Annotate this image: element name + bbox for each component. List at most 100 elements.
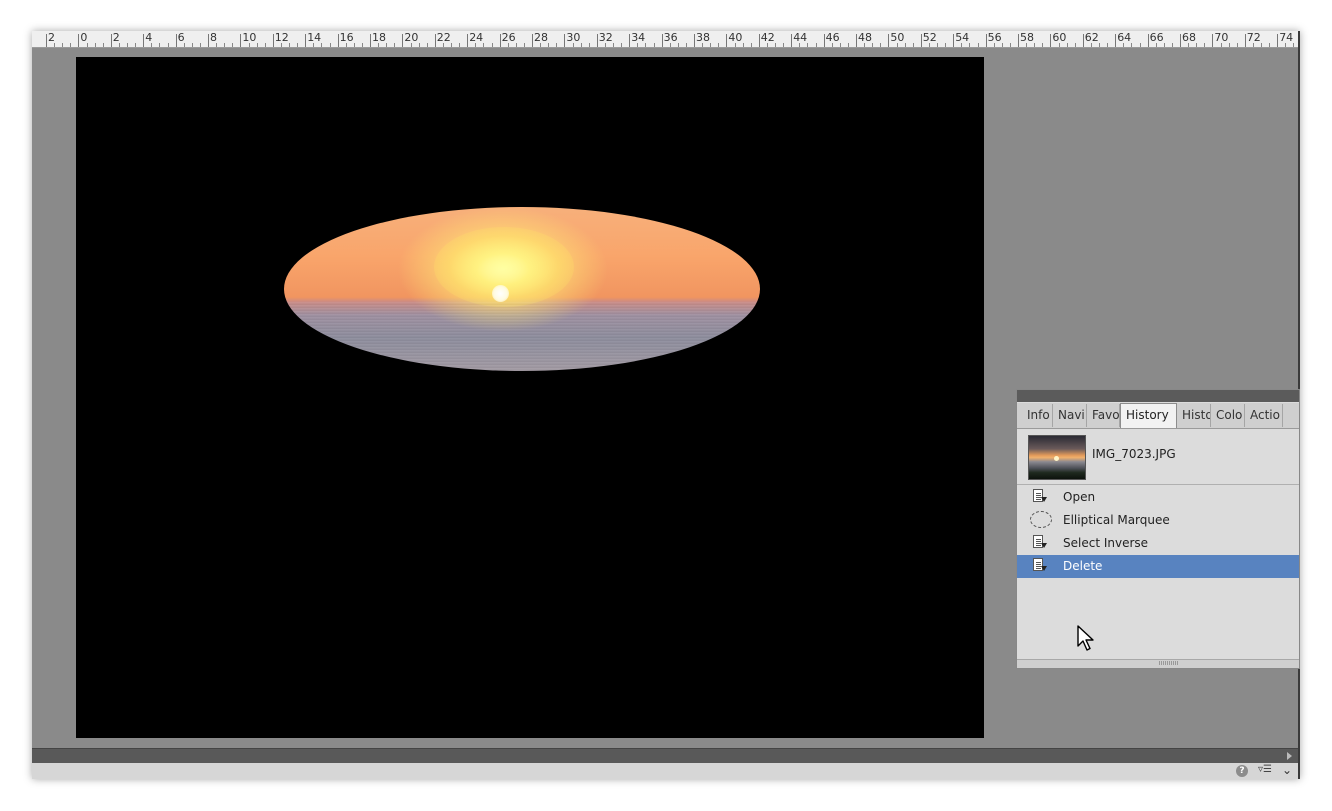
ruler-minor-tick: [864, 43, 866, 47]
ruler-minor-tick: [548, 43, 550, 47]
history-states: Open Elliptical Marquee Select Inverse D…: [1017, 486, 1299, 578]
ruler-minor-tick: [127, 43, 128, 47]
history-state-open[interactable]: Open: [1017, 486, 1299, 509]
ruler-minor-tick: [742, 43, 744, 47]
panel-tabs: Info Navi Favo History Histo Colo Actio: [1017, 403, 1299, 429]
ruler-minor-tick: [183, 43, 185, 47]
ruler-minor-tick: [637, 43, 639, 47]
tab-color[interactable]: Colo: [1211, 404, 1245, 427]
ruler-minor-tick: [896, 43, 898, 47]
ruler-minor-tick: [1155, 43, 1157, 47]
ruler-minor-tick: [491, 43, 493, 47]
ruler-minor-tick: [1228, 43, 1230, 47]
ruler-minor-tick: [70, 43, 72, 47]
ruler-minor-tick: [167, 43, 169, 47]
ruler-minor-tick: [54, 43, 56, 47]
ruler-minor-tick: [523, 43, 525, 47]
history-state-label: Select Inverse: [1063, 536, 1149, 550]
ruler-minor-tick: [1001, 43, 1003, 47]
ruler-minor-tick: [191, 43, 193, 47]
image-canvas[interactable]: [76, 57, 984, 738]
history-state-delete[interactable]: Delete: [1017, 555, 1299, 578]
ruler-minor-tick: [1196, 43, 1198, 47]
ruler-minor-tick: [880, 43, 882, 47]
tab-info[interactable]: Info: [1022, 404, 1053, 427]
ruler-minor-tick: [839, 43, 841, 47]
ruler-minor-tick: [750, 43, 752, 47]
ruler-minor-tick: [1139, 43, 1141, 47]
scroll-right-arrow-icon[interactable]: [1287, 752, 1292, 760]
chevron-down-icon[interactable]: ⌄: [1282, 763, 1292, 777]
ruler-minor-tick: [1285, 43, 1287, 47]
history-state-select-inverse[interactable]: Select Inverse: [1017, 532, 1299, 555]
ruler-minor-tick: [669, 43, 671, 47]
sea: [284, 302, 760, 371]
ruler-minor-tick: [1236, 43, 1238, 47]
ruler-minor-tick: [264, 43, 266, 47]
tab-favorites[interactable]: Favo: [1087, 404, 1120, 427]
ruler-minor-tick: [94, 43, 96, 47]
ruler-minor-tick: [1220, 43, 1222, 47]
ruler-minor-tick: [540, 43, 542, 47]
ruler-minor-tick: [710, 43, 712, 47]
ruler-minor-tick: [86, 43, 88, 47]
ruler-minor-tick: [353, 43, 355, 47]
panel-menu-icon[interactable]: ▿☰: [1258, 764, 1272, 775]
panel-resize-bar[interactable]: [1017, 659, 1299, 668]
help-icon[interactable]: ?: [1236, 765, 1248, 777]
ruler-minor-tick: [847, 43, 849, 47]
history-state-elliptical-marquee[interactable]: Elliptical Marquee: [1017, 509, 1299, 532]
ruler-minor-tick: [1099, 43, 1100, 47]
ruler-minor-tick: [653, 43, 655, 47]
resize-grip-icon[interactable]: [1159, 661, 1179, 665]
tab-navigator[interactable]: Navi: [1053, 404, 1087, 427]
ruler-minor-tick: [297, 43, 299, 47]
ruler-minor-tick: [961, 43, 963, 47]
ruler-minor-tick: [799, 43, 801, 47]
ruler-minor-tick: [289, 43, 290, 47]
panel-titlebar[interactable]: [1017, 390, 1299, 402]
history-state-label: Elliptical Marquee: [1063, 513, 1170, 527]
ruler-minor-tick: [386, 43, 388, 47]
ruler-minor-tick: [1188, 43, 1190, 47]
tab-histogram[interactable]: Histo: [1177, 404, 1211, 427]
ruler-minor-tick: [329, 43, 331, 47]
elliptical-marquee-icon: [1030, 511, 1052, 528]
ruler-minor-tick: [969, 43, 971, 47]
ruler-minor-tick: [1293, 43, 1295, 47]
ruler-minor-tick: [62, 43, 64, 47]
ruler-minor-tick: [1269, 43, 1271, 47]
ruler-minor-tick: [1090, 43, 1092, 47]
ruler-minor-tick: [118, 43, 120, 47]
ruler-minor-tick: [483, 43, 485, 47]
ruler-minor-tick: [604, 43, 606, 47]
ruler-minor-tick: [248, 43, 250, 47]
tab-history[interactable]: History: [1120, 403, 1177, 428]
ruler-minor-tick: [199, 43, 201, 47]
horizontal-scrollbar[interactable]: [32, 748, 1298, 763]
ruler-minor-tick: [1261, 43, 1262, 47]
ruler-minor-tick: [451, 43, 452, 47]
ruler-minor-tick: [588, 43, 590, 47]
ruler-minor-tick: [321, 43, 323, 47]
ruler-minor-tick: [256, 43, 258, 47]
ruler-minor-tick: [280, 43, 282, 47]
ruler-minor-tick: [775, 43, 776, 47]
ruler-minor-tick: [677, 43, 679, 47]
ruler-minor-tick: [621, 43, 623, 47]
history-snapshot[interactable]: IMG_7023.JPG: [1017, 429, 1299, 485]
ruler-minor-tick: [135, 43, 137, 47]
tab-actions[interactable]: Actio: [1245, 404, 1283, 427]
ruler-minor-tick: [1009, 43, 1011, 47]
ruler-minor-tick: [216, 43, 218, 47]
ruler-minor-tick: [815, 43, 817, 47]
ruler-minor-tick: [613, 43, 614, 47]
ruler-minor-tick: [912, 43, 914, 47]
ruler-minor-tick: [783, 43, 785, 47]
ruler-minor-tick: [734, 43, 736, 47]
ruler-minor-tick: [507, 43, 509, 47]
ruler-minor-tick: [572, 43, 574, 47]
ruler-minor-tick: [1066, 43, 1068, 47]
ruler-minor-tick: [345, 43, 347, 47]
ruler-minor-tick: [224, 43, 226, 47]
